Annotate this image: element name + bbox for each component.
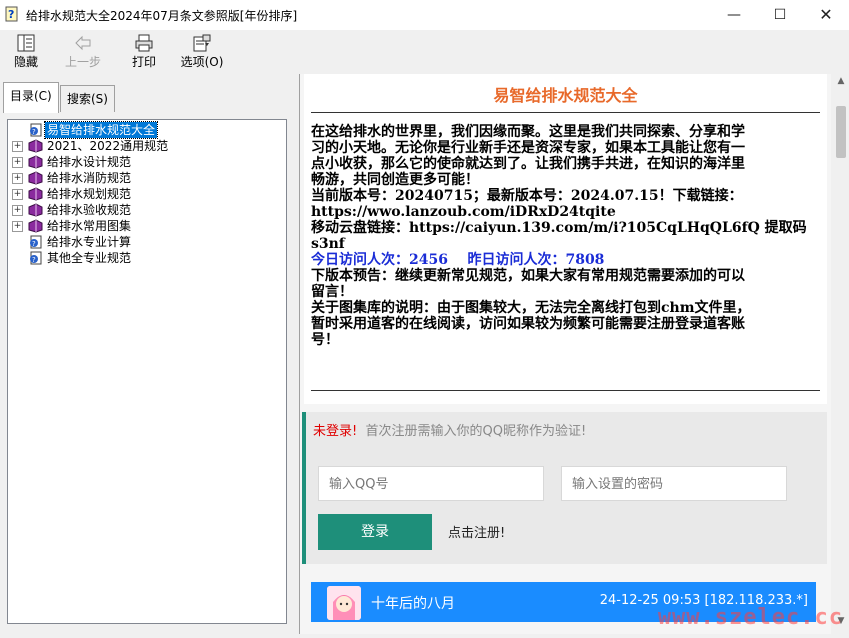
help-page-icon: ? (30, 123, 42, 137)
svg-text:?: ? (32, 256, 36, 264)
options-icon (193, 34, 211, 52)
notice-line: 下版本预告：继续更新常见规范，如果大家有常用规范需要添加的可以 (311, 268, 745, 284)
notice-line: 在这给排水的世界里，我们因缘而聚。这里是我们共同探索、分享和学 (311, 124, 745, 140)
tree-item-label: 给排水常用图集 (47, 219, 132, 233)
register-link[interactable]: 点击注册! (448, 522, 505, 541)
tree-item-label: 给排水专业计算 (47, 235, 132, 249)
notice-line: 关于图集库的说明：由于图集较大，无法完全离线打包到chm文件里， (311, 300, 751, 316)
expand-icon[interactable]: + (12, 205, 23, 216)
notice-line: 畅游，共同创造更多可能！ (311, 172, 479, 188)
tree-item-label: 易智给排水规范大全 (43, 121, 159, 139)
back-arrow-icon (75, 35, 91, 51)
close-button[interactable]: ✕ (803, 0, 849, 30)
notice-line: 留言！ (311, 284, 353, 300)
expand-icon[interactable]: + (12, 221, 23, 232)
avatar (327, 586, 361, 620)
login-status: 未登录! 首次注册需输入你的QQ昵称作为验证! (313, 424, 587, 439)
download-link[interactable]: https://wwo.lanzoub.com/iDRxD24tqite (311, 204, 823, 220)
password-input[interactable]: 输入设置的密码 (561, 466, 787, 501)
login-form: 未登录! 首次注册需输入你的QQ昵称作为验证! 输入QQ号 输入设置的密码 登录… (302, 412, 827, 564)
tree-item-label: 给排水消防规范 (47, 171, 132, 185)
extract-code: s3nf (311, 236, 345, 252)
book-icon (28, 187, 43, 201)
expand-icon[interactable]: + (12, 189, 23, 200)
back-button[interactable]: 上一步 (62, 34, 104, 70)
qq-number-input[interactable]: 输入QQ号 (318, 466, 544, 501)
toolbar: 隐藏 上一步 打印 选项(O) (0, 30, 849, 72)
book-icon (28, 155, 43, 169)
contents-tree: ? 易智给排水规范大全 + 2021、2022通用规范 + 给排水设计规范 + … (7, 119, 287, 624)
not-logged-in-label: 未登录 (313, 424, 353, 439)
expand-icon[interactable]: + (12, 141, 23, 152)
tree-item-label: 给排水规划规范 (47, 187, 132, 201)
help-document-icon: ? (5, 6, 18, 22)
title-bar: ? 给排水规范大全2024年07月条文参照版[年份排序] — ☐ ✕ (0, 0, 849, 30)
minimize-button[interactable]: — (711, 0, 757, 30)
hide-pane-icon (17, 34, 35, 52)
printer-icon (135, 34, 153, 52)
help-page-icon: ? (30, 251, 42, 265)
expand-icon[interactable]: + (12, 173, 23, 184)
tree-item-label: 给排水验收规范 (47, 203, 132, 217)
print-button[interactable]: 打印 (128, 34, 160, 70)
tree-item-label: 2021、2022通用规范 (47, 139, 169, 153)
visit-count: 今日访问人次：2456 昨日访问人次：7808 (311, 252, 605, 268)
divider (311, 390, 820, 391)
notice-text: 在这给排水的世界里，我们因缘而聚。这里是我们共同探索、分享和学 习的小天地。无论… (311, 124, 823, 348)
navigation-pane: 目录(C) 搜索(S) ? 易智给排水规范大全 + 2021、2022通用规范 … (0, 74, 293, 634)
book-icon (28, 203, 43, 217)
tab-contents[interactable]: 目录(C) (3, 82, 59, 113)
options-button[interactable]: 选项(O) (178, 34, 226, 70)
version-line: 当前版本号：20240715；最新版本号：2024.07.15！下载链接： (311, 188, 743, 204)
book-icon (28, 219, 43, 233)
book-icon (28, 171, 43, 185)
scrollbar-thumb[interactable] (836, 106, 846, 158)
tree-item-label: 其他全专业规范 (47, 251, 132, 265)
content-page: 易智给排水规范大全 在这给排水的世界里，我们因缘而聚。这里是我们共同探索、分享和… (300, 74, 831, 634)
notice-line: 习的小天地。无论你是行业新手还是资深专家，如果本工具能让您有一 (311, 140, 745, 156)
svg-text:?: ? (32, 240, 36, 248)
notice-line: 点小收获，那么它的使命就达到了。让我们携手共进，在知识的海洋里 (311, 156, 745, 172)
notice-line: 暂时采用道客的在线阅读，访问如果较为频繁可能需要注册登录道客账 (311, 316, 745, 332)
divider (311, 112, 820, 113)
login-button[interactable]: 登录 (318, 514, 432, 550)
maximize-button[interactable]: ☐ (757, 0, 803, 30)
notice-panel: 易智给排水规范大全 在这给排水的世界里，我们因缘而聚。这里是我们共同探索、分享和… (304, 74, 827, 404)
accent-bar (302, 412, 306, 564)
tree-item-label: 给排水设计规范 (47, 155, 132, 169)
content-pane: 易智给排水规范大全 在这给排水的世界里，我们因缘而聚。这里是我们共同探索、分享和… (299, 74, 849, 634)
help-page-icon: ? (30, 235, 42, 249)
comment-username: 十年后的八月 (371, 596, 455, 612)
watermark: www.szelec.cc (657, 605, 843, 630)
cloud-link-line[interactable]: 移动云盘链接：https://caiyun.139.com/m/i?105CqL… (311, 220, 823, 236)
page-title: 易智给排水规范大全 (493, 86, 638, 105)
scroll-up-icon[interactable]: ▲ (832, 76, 849, 92)
expand-icon[interactable]: + (12, 157, 23, 168)
tab-search[interactable]: 搜索(S) (60, 85, 115, 112)
notice-line: 号！ (311, 332, 339, 348)
hide-button[interactable]: 隐藏 (10, 34, 42, 70)
book-icon (28, 139, 43, 153)
svg-text:?: ? (8, 8, 14, 21)
window-title: 给排水规范大全2024年07月条文参照版[年份排序] (26, 9, 298, 23)
vertical-scrollbar[interactable]: ▲ ▼ (832, 74, 849, 634)
svg-text:?: ? (32, 128, 36, 136)
login-hint: 首次注册需输入你的QQ昵称作为验证! (365, 424, 587, 439)
